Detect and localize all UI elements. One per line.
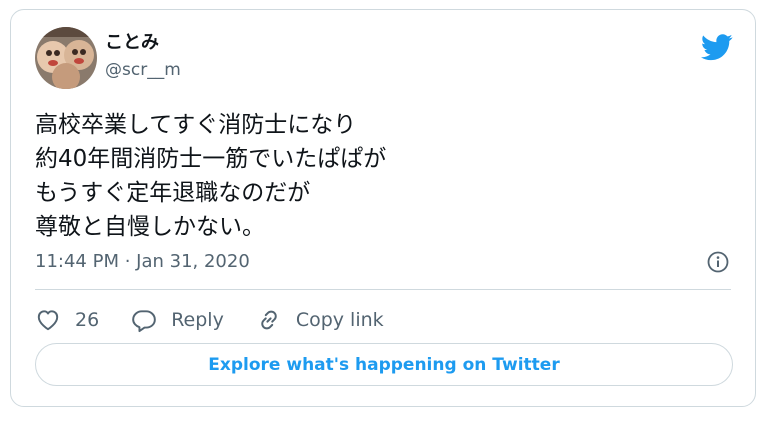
author-info[interactable]: ことみ @scr__m	[105, 31, 181, 82]
action-bar: 26 Reply Copy link	[35, 304, 416, 336]
copy-link-button[interactable]: Copy link	[256, 307, 384, 333]
tweet-card: ことみ @scr__m 高校卒業してすぐ消防士になり 約40年間消防士一筋でいた…	[10, 9, 756, 407]
link-icon	[261, 310, 277, 330]
tweet-line: 高校卒業してすぐ消防士になり	[35, 112, 357, 138]
copy-link-label: Copy link	[295, 309, 384, 331]
reply-button[interactable]: Reply	[131, 307, 224, 333]
like-button[interactable]: 26	[35, 307, 99, 333]
twitter-bird-icon[interactable]	[701, 34, 733, 61]
reply-icon	[132, 310, 156, 333]
like-count: 26	[75, 309, 100, 331]
tweet-line: 尊敬と自慢しかない。	[35, 214, 265, 240]
info-icon[interactable]	[707, 251, 729, 273]
tweet-line: もうすぐ定年退職なのだが	[35, 180, 311, 206]
divider	[35, 289, 731, 290]
explore-button[interactable]: Explore what's happening on Twitter	[35, 343, 733, 386]
reply-label: Reply	[171, 309, 224, 331]
avatar[interactable]	[35, 27, 97, 89]
display-name[interactable]: ことみ	[105, 31, 181, 55]
tweet-text: 高校卒業してすぐ消防士になり 約40年間消防士一筋でいたぱぱが もうすぐ定年退職…	[35, 108, 725, 244]
user-handle[interactable]: @scr__m	[105, 58, 181, 82]
tweet-line: 約40年間消防士一筋でいたぱぱが	[35, 146, 387, 172]
timestamp[interactable]: 11:44 PM · Jan 31, 2020	[35, 249, 250, 275]
heart-icon	[37, 310, 59, 331]
